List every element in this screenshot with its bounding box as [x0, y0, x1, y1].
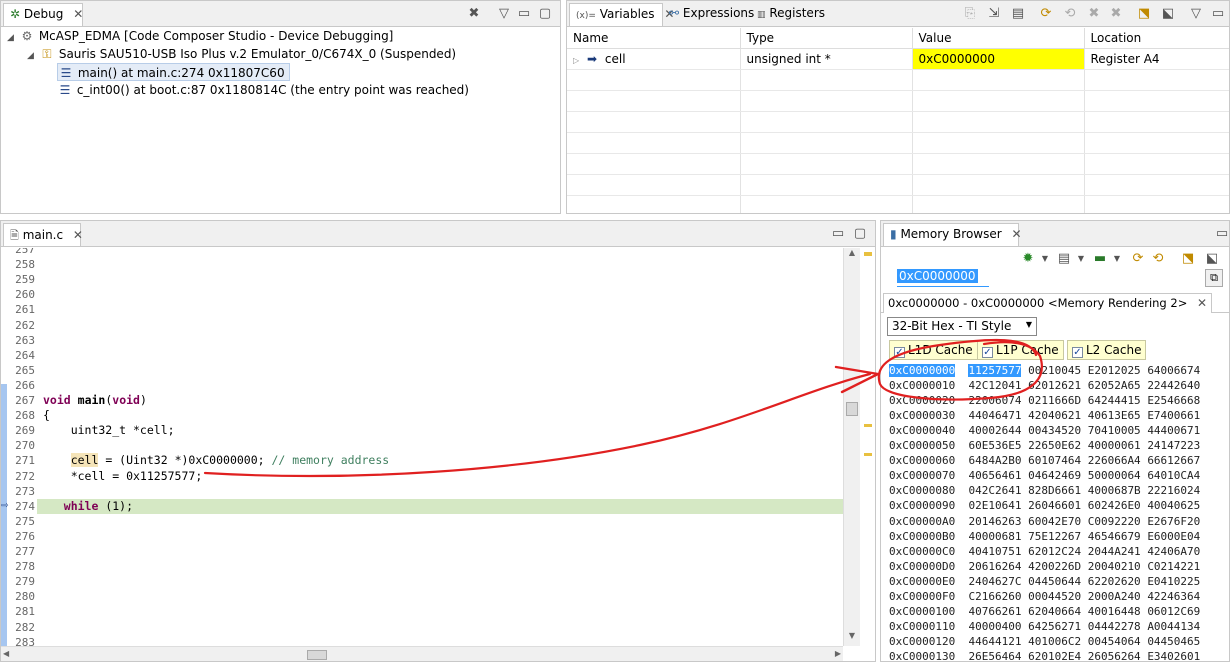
annotation-arrow-line [203, 372, 872, 478]
annotation-overlay [203, 338, 1043, 478]
annotation-ellipse [877, 338, 1043, 401]
annotation-arrow-head [834, 365, 880, 394]
